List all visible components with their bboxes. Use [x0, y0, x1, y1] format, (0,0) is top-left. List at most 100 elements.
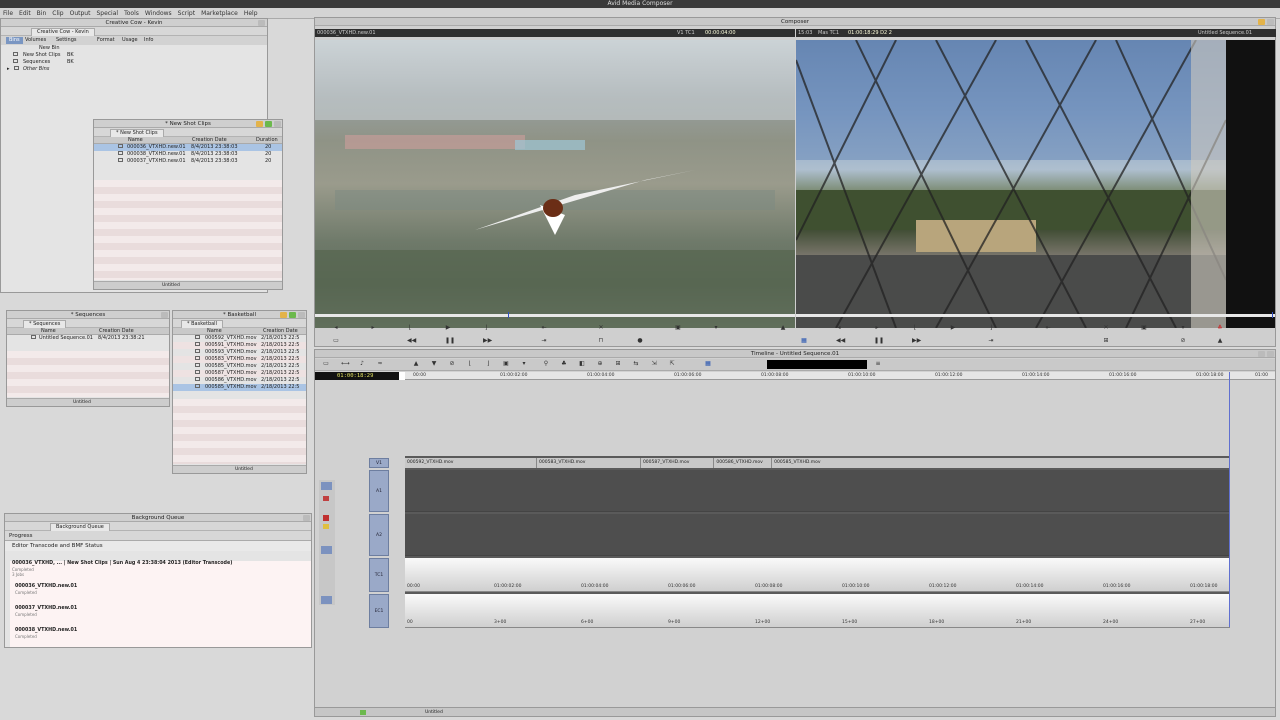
splice-icon[interactable]: ▣	[503, 361, 509, 367]
record-position-indicator[interactable]	[1272, 312, 1273, 318]
timeline-clip[interactable]: 000583_VTXHD.mov	[537, 458, 641, 468]
track-header-tc1[interactable]: TC1	[369, 558, 389, 592]
track-selector-icon[interactable]: ⊞	[615, 361, 621, 367]
clip-row[interactable]: 000591_VTXHD.mov 2/18/2013 22:5	[173, 342, 306, 349]
minimize-icon[interactable]	[256, 121, 263, 127]
rewind-icon[interactable]: ◀◀	[407, 338, 416, 344]
track-header-ec1[interactable]: EC1	[369, 594, 389, 628]
maximize-icon[interactable]	[265, 121, 272, 127]
mark-out-icon[interactable]: ⌋	[483, 325, 489, 331]
tab-usage[interactable]: Usage	[122, 37, 138, 44]
splice-icon[interactable]: ▣	[1141, 325, 1147, 331]
mark-in-icon[interactable]: ⌊	[407, 325, 413, 331]
match-frame-icon[interactable]: ▭	[333, 338, 339, 344]
go-to-out-icon[interactable]: ⇥	[988, 338, 994, 344]
lift-icon[interactable]: ▲	[1217, 338, 1223, 344]
bin-item-new-shot-clips[interactable]: New Shot Clips BK	[1, 52, 267, 59]
new-bin-button[interactable]: New Bin	[39, 45, 59, 51]
close-icon[interactable]	[161, 312, 168, 318]
tab-format[interactable]: Format	[97, 37, 115, 44]
minimize-icon[interactable]	[280, 312, 287, 318]
source-clip-menu[interactable]: 000036_VTXHD.new.01	[317, 29, 376, 37]
track-header-v1[interactable]: V1	[369, 458, 389, 468]
clip-row[interactable]: 000585_VTXHD.mov 2/18/2013 22:5	[173, 384, 306, 391]
v1-track[interactable]: 000592_VTXHD.mov 000583_VTXHD.mov 000587_V…	[405, 458, 1230, 468]
solo-icon[interactable]	[323, 515, 329, 521]
bin-tab[interactable]: * New Shot Clips	[110, 129, 164, 137]
overwrite-icon[interactable]: ▾	[713, 325, 719, 331]
fast-forward-icon[interactable]: ▶▶	[483, 338, 492, 344]
source-position-indicator[interactable]	[508, 312, 509, 318]
bin-tab[interactable]: * Basketball	[181, 320, 223, 328]
waveform-icon[interactable]: ≈	[377, 361, 383, 367]
lift-icon[interactable]: ▲	[413, 361, 419, 367]
clear-marks-icon[interactable]: ✕	[598, 325, 604, 331]
clip-row[interactable]: 000586_VTXHD.mov 2/18/2013 22:5	[173, 377, 306, 384]
bin-folder-other[interactable]: ▸ Other Bins	[1, 66, 267, 73]
source-position-bar[interactable]	[315, 312, 795, 318]
close-icon[interactable]	[274, 121, 281, 127]
video-track-button[interactable]	[321, 482, 332, 490]
timeline-clip[interactable]: 000586_VTXHD.mov	[714, 458, 773, 468]
step-out-icon[interactable]: ⇱	[669, 361, 675, 367]
tab-bins[interactable]: Bins	[6, 37, 23, 44]
go-to-in-icon[interactable]: ⇤	[1045, 325, 1051, 331]
project-tab[interactable]: Creative Cow - Kevin	[31, 28, 95, 36]
effect-mode-icon[interactable]: ♣	[561, 361, 567, 367]
minimize-icon[interactable]	[1258, 19, 1265, 25]
clip-row[interactable]: 000583_VTXHD.mov 2/18/2013 22:5	[173, 356, 306, 363]
sync-lock-icon[interactable]: ⚲	[543, 361, 549, 367]
clip-row[interactable]: 000038_VTXHD.new.01 8/4/2013 23:38:03 20	[94, 151, 282, 158]
col-duration[interactable]: Duration	[256, 137, 278, 144]
extract-icon[interactable]: ▼	[431, 361, 437, 367]
bin-view-menu[interactable]: Untitled	[162, 282, 180, 289]
progress-tab[interactable]: Progress	[9, 532, 32, 540]
grid-icon[interactable]: ▦	[801, 338, 807, 344]
clear-icon[interactable]: ⊘	[449, 361, 455, 367]
clear-marks-icon[interactable]: ✕	[1103, 325, 1109, 331]
timeline-clip[interactable]: 000585_VTXHD.mov	[772, 458, 1230, 468]
clip-row[interactable]: 000585_VTXHD.mov 2/18/2013 22:5	[173, 363, 306, 370]
audio-icon[interactable]: ♪	[359, 361, 365, 367]
add-edit-icon[interactable]: ⇆	[633, 361, 639, 367]
mute-icon[interactable]	[323, 524, 329, 529]
position-indicator[interactable]	[1229, 372, 1230, 627]
close-icon[interactable]	[258, 20, 265, 26]
mark-out-icon[interactable]: ⌋	[485, 361, 491, 367]
bin-view-menu[interactable]: Untitled	[235, 466, 253, 473]
mark-in-icon[interactable]: ⌊	[912, 325, 918, 331]
overwrite-icon[interactable]: ▾	[1180, 325, 1186, 331]
record-sequence-menu[interactable]: Untitled Sequence.01	[1198, 29, 1252, 37]
overwrite-icon[interactable]: ▾	[521, 361, 527, 367]
track-header-a1[interactable]: A1	[369, 470, 389, 512]
clip-row[interactable]: 000592_VTXHD.mov 2/18/2013 22:5	[173, 335, 306, 342]
render-icon[interactable]: ⊘	[1180, 338, 1186, 344]
close-icon[interactable]	[1267, 19, 1274, 25]
timeline-ruler[interactable]: 00:00 01:00:02:00 01:00:04:00 01:00:06:00 01…	[405, 372, 1275, 380]
render-icon[interactable]: ◧	[579, 361, 585, 367]
col-name[interactable]: Name	[128, 137, 143, 144]
step-in-icon[interactable]: ⇲	[651, 361, 657, 367]
step-back-icon[interactable]: ◂	[836, 325, 842, 331]
clip-row[interactable]: 000037_VTXHD.new.01 8/4/2013 23:38:03 20	[94, 158, 282, 165]
maximize-icon[interactable]	[289, 312, 296, 318]
add-edit-icon[interactable]: ⊞	[1103, 338, 1109, 344]
trim-mode-icon[interactable]: ⟷	[341, 361, 350, 367]
go-to-in-icon[interactable]: ⇤	[541, 325, 547, 331]
col-name[interactable]: Name	[41, 328, 56, 335]
grid-icon[interactable]: ▦	[705, 361, 711, 367]
expand-triangle-icon[interactable]: ▸	[7, 66, 10, 73]
segment-mode-icon[interactable]: ▭	[323, 361, 329, 367]
timeline-track-area[interactable]: 000592_VTXHD.mov 000583_VTXHD.mov 000587_V…	[405, 456, 1230, 628]
bin-view-menu[interactable]: Untitled	[73, 399, 91, 406]
source-video-frame[interactable]	[315, 40, 795, 328]
clip-row[interactable]: 000593_VTXHD.mov 2/18/2013 22:5	[173, 349, 306, 356]
record-track-icon[interactable]	[323, 496, 329, 501]
tab-info[interactable]: Info	[144, 37, 153, 44]
col-creation-date[interactable]: Creation Date	[192, 137, 227, 144]
clip-row[interactable]: 000587_VTXHD.mov 2/18/2013 22:5	[173, 370, 306, 377]
view-icon[interactable]	[360, 710, 366, 715]
bin-tab[interactable]: * Sequences	[23, 320, 67, 328]
menu-icon[interactable]: ≡	[875, 361, 881, 367]
fast-forward-icon[interactable]: ▶▶	[912, 338, 921, 344]
